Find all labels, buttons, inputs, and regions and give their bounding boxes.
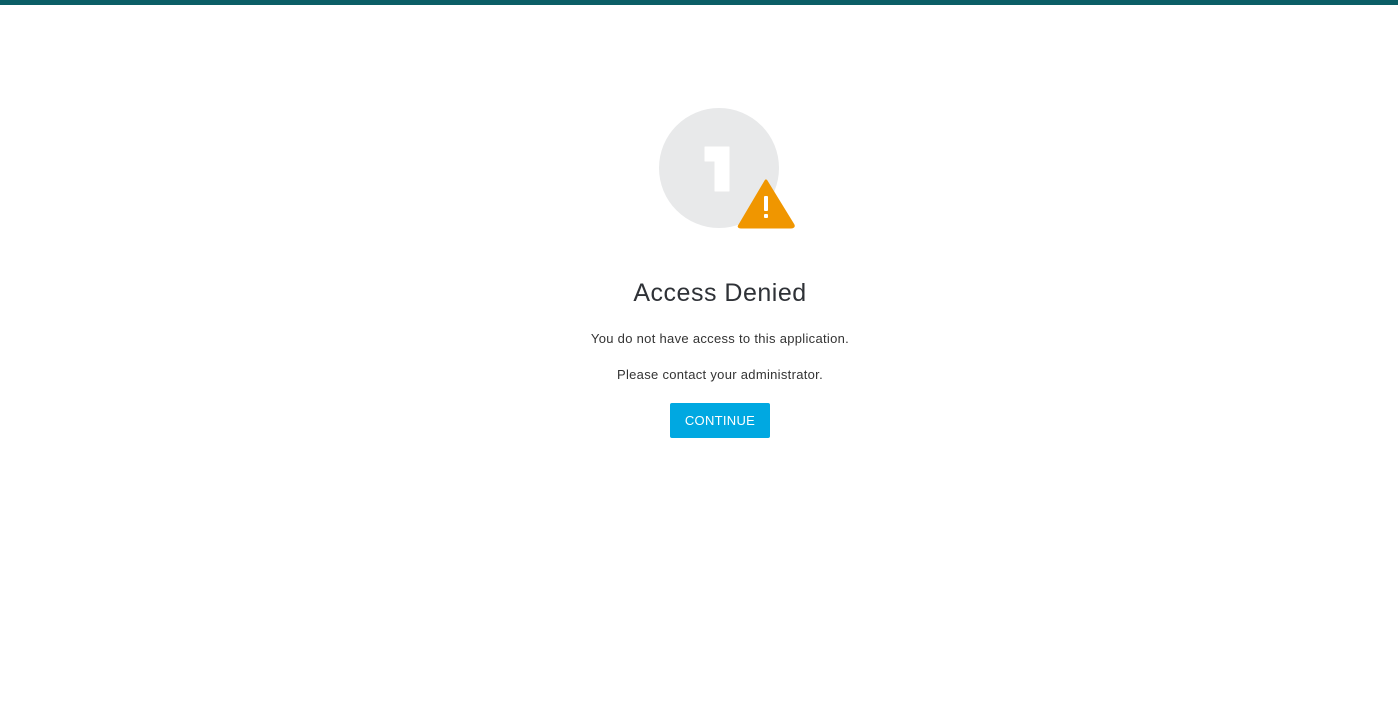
page-title: Access Denied — [633, 279, 807, 307]
contact-admin-message: Please contact your administrator. — [616, 367, 824, 382]
app-logo-icon — [659, 108, 795, 229]
continue-button[interactable]: CONTINUE — [670, 403, 770, 438]
access-message: You do not have access to this applicati… — [590, 331, 850, 346]
access-denied-panel: Access Denied You do not have access to … — [0, 0, 1398, 706]
access-denied-graphic — [659, 107, 799, 232]
